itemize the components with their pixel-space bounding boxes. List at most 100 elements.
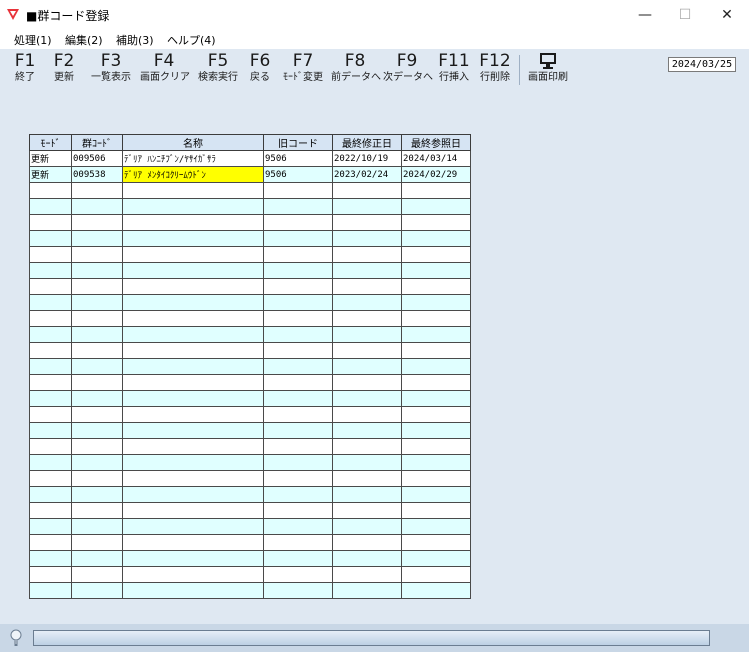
- cell-last-modified[interactable]: [332, 438, 402, 455]
- table-row[interactable]: [29, 422, 471, 439]
- cell-name[interactable]: [122, 214, 264, 231]
- cell-group-code[interactable]: [71, 326, 123, 343]
- cell-old-code[interactable]: 9506: [263, 150, 333, 167]
- cell-old-code[interactable]: [263, 470, 333, 487]
- cell-name[interactable]: [122, 310, 264, 327]
- cell-mode[interactable]: [29, 454, 72, 471]
- cell-group-code[interactable]: [71, 214, 123, 231]
- cell-mode[interactable]: [29, 198, 72, 215]
- cell-name[interactable]: [122, 518, 264, 535]
- cell-last-referenced[interactable]: [401, 422, 471, 439]
- table-row[interactable]: [29, 310, 471, 327]
- table-row[interactable]: [29, 246, 471, 263]
- cell-mode[interactable]: [29, 486, 72, 503]
- cell-old-code[interactable]: [263, 518, 333, 535]
- cell-last-referenced[interactable]: [401, 470, 471, 487]
- cell-group-code[interactable]: [71, 566, 123, 583]
- cell-name[interactable]: [122, 550, 264, 567]
- cell-name[interactable]: [122, 566, 264, 583]
- cell-last-referenced[interactable]: [401, 342, 471, 359]
- menu-assist[interactable]: 補助(3): [116, 32, 154, 48]
- cell-group-code[interactable]: [71, 230, 123, 247]
- table-row[interactable]: [29, 534, 471, 551]
- cell-mode[interactable]: [29, 230, 72, 247]
- cell-mode[interactable]: [29, 390, 72, 407]
- cell-name[interactable]: [122, 182, 264, 199]
- cell-last-modified[interactable]: [332, 310, 402, 327]
- cell-last-modified[interactable]: [332, 582, 402, 599]
- table-row[interactable]: [29, 502, 471, 519]
- cell-group-code[interactable]: [71, 518, 123, 535]
- table-row[interactable]: 更新 009506 ﾃﾞﾘｱ ﾊﾝﾆﾁﾌﾞﾝ/ﾔｻｲｶﾞｻﾗ 9506 2022/10/…: [29, 150, 471, 167]
- cell-mode[interactable]: [29, 278, 72, 295]
- cell-old-code[interactable]: [263, 534, 333, 551]
- cell-group-code[interactable]: [71, 198, 123, 215]
- f11-insert-row-button[interactable]: F11 行挿入: [436, 51, 472, 85]
- cell-old-code[interactable]: [263, 294, 333, 311]
- cell-last-modified[interactable]: [332, 550, 402, 567]
- cell-group-code[interactable]: [71, 182, 123, 199]
- f3-list-button[interactable]: F3 一覧表示: [88, 51, 134, 85]
- cell-last-referenced[interactable]: [401, 454, 471, 471]
- cell-name[interactable]: [122, 534, 264, 551]
- cell-name[interactable]: [122, 326, 264, 343]
- table-row[interactable]: [29, 214, 471, 231]
- table-row[interactable]: [29, 518, 471, 535]
- cell-mode[interactable]: [29, 438, 72, 455]
- cell-last-modified[interactable]: [332, 214, 402, 231]
- cell-mode[interactable]: [29, 294, 72, 311]
- minimize-button[interactable]: —: [623, 0, 667, 30]
- cell-last-referenced[interactable]: [401, 406, 471, 423]
- cell-last-modified[interactable]: 2023/02/24: [332, 166, 402, 183]
- cell-name[interactable]: ﾃﾞﾘｱ ﾊﾝﾆﾁﾌﾞﾝ/ﾔｻｲｶﾞｻﾗ: [122, 150, 264, 167]
- cell-last-modified[interactable]: 2022/10/19: [332, 150, 402, 167]
- cell-name[interactable]: [122, 470, 264, 487]
- cell-old-code[interactable]: [263, 454, 333, 471]
- cell-old-code[interactable]: [263, 278, 333, 295]
- table-row[interactable]: [29, 582, 471, 599]
- cell-last-modified[interactable]: [332, 246, 402, 263]
- cell-old-code[interactable]: [263, 310, 333, 327]
- cell-last-referenced[interactable]: [401, 262, 471, 279]
- cell-last-referenced[interactable]: [401, 502, 471, 519]
- cell-last-referenced[interactable]: [401, 278, 471, 295]
- cell-last-modified[interactable]: [332, 454, 402, 471]
- menu-process[interactable]: 処理(1): [14, 32, 52, 48]
- cell-group-code[interactable]: [71, 358, 123, 375]
- f6-back-button[interactable]: F6 戻る: [245, 51, 275, 85]
- cell-mode[interactable]: [29, 582, 72, 599]
- f7-mode-button[interactable]: F7 ﾓｰﾄﾞ変更: [280, 51, 326, 85]
- table-row[interactable]: [29, 470, 471, 487]
- cell-last-modified[interactable]: [332, 358, 402, 375]
- cell-mode[interactable]: [29, 214, 72, 231]
- cell-old-code[interactable]: [263, 550, 333, 567]
- cell-last-modified[interactable]: [332, 470, 402, 487]
- cell-group-code[interactable]: [71, 454, 123, 471]
- table-row[interactable]: [29, 438, 471, 455]
- f4-clear-button[interactable]: F4 画面クリア: [140, 51, 190, 85]
- cell-old-code[interactable]: [263, 582, 333, 599]
- f2-update-button[interactable]: F2 更新: [48, 51, 80, 85]
- cell-last-modified[interactable]: [332, 518, 402, 535]
- cell-old-code[interactable]: [263, 198, 333, 215]
- table-row[interactable]: [29, 198, 471, 215]
- cell-group-code[interactable]: [71, 342, 123, 359]
- cell-last-modified[interactable]: [332, 406, 402, 423]
- cell-group-code[interactable]: [71, 294, 123, 311]
- cell-old-code[interactable]: [263, 182, 333, 199]
- cell-last-modified[interactable]: [332, 534, 402, 551]
- cell-group-code[interactable]: [71, 582, 123, 599]
- cell-last-referenced[interactable]: [401, 486, 471, 503]
- maximize-button[interactable]: ☐: [663, 0, 707, 30]
- cell-mode[interactable]: 更新: [29, 166, 72, 183]
- cell-last-modified[interactable]: [332, 486, 402, 503]
- cell-mode[interactable]: [29, 326, 72, 343]
- cell-last-referenced[interactable]: 2024/02/29: [401, 166, 471, 183]
- cell-mode[interactable]: [29, 566, 72, 583]
- cell-mode[interactable]: [29, 374, 72, 391]
- cell-old-code[interactable]: [263, 358, 333, 375]
- f12-delete-row-button[interactable]: F12 行削除: [477, 51, 513, 85]
- cell-last-referenced[interactable]: [401, 198, 471, 215]
- cell-old-code[interactable]: [263, 406, 333, 423]
- cell-name[interactable]: [122, 438, 264, 455]
